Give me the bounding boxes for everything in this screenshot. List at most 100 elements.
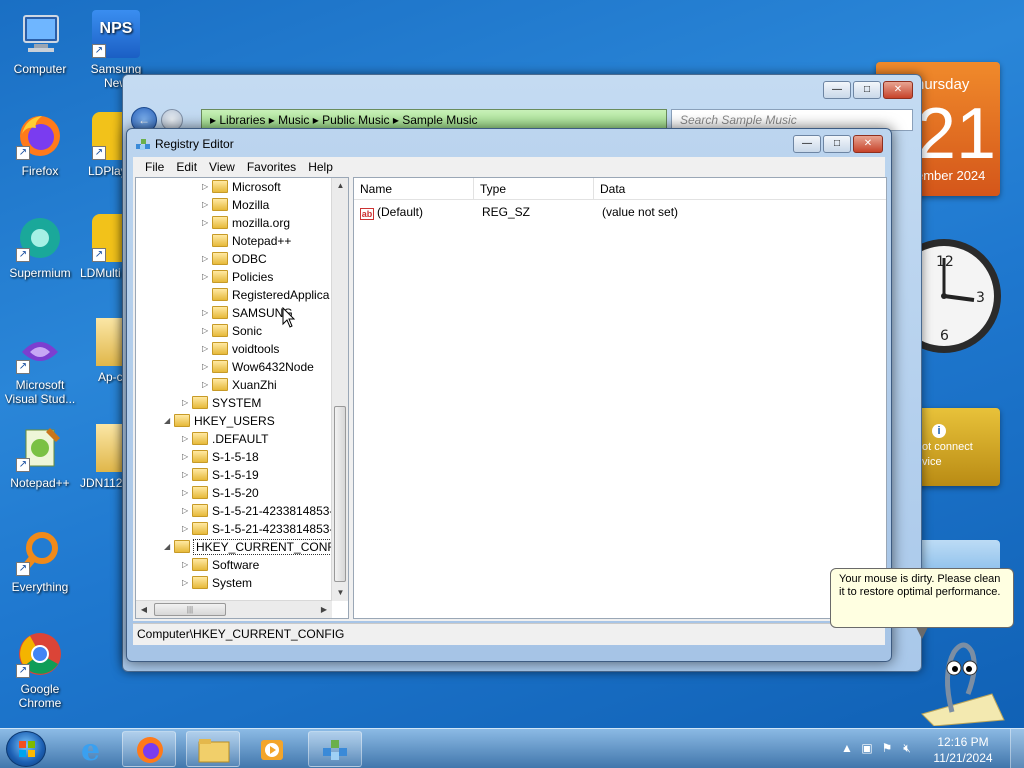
tree-node[interactable]: ▷ S-1-5-21-4233814853- [182, 520, 333, 538]
expand-arrow-icon[interactable]: ▷ [182, 556, 192, 574]
start-button[interactable] [6, 731, 46, 767]
breadcrumb-sample-music[interactable]: Sample Music [402, 113, 477, 127]
tree-node[interactable]: ▷ ODBC [202, 250, 267, 268]
column-header-name[interactable]: Name [354, 178, 474, 200]
tree-node[interactable]: ▷ Microsoft [202, 178, 281, 196]
expand-arrow-icon[interactable]: ▷ [182, 466, 192, 484]
menu-file[interactable]: File [139, 160, 170, 174]
menu-view[interactable]: View [203, 160, 241, 174]
expand-arrow-icon[interactable]: ▷ [182, 448, 192, 466]
tree-vertical-scrollbar[interactable]: ▲ ▼ [331, 178, 348, 601]
tree-node[interactable]: ▷ S-1-5-18 [182, 448, 259, 466]
tree-node[interactable]: ▷ System [182, 574, 252, 592]
list-item[interactable]: ab (Default) REG_SZ (value not set) [354, 202, 886, 222]
tree-node[interactable]: ▷ XuanZhi [202, 376, 277, 394]
expand-arrow-icon[interactable]: ▷ [182, 394, 192, 412]
expand-arrow-icon[interactable]: ▷ [202, 178, 212, 196]
breadcrumb-libraries[interactable]: Libraries [219, 113, 265, 127]
expand-arrow-icon[interactable]: ▷ [202, 358, 212, 376]
volume-muted-icon[interactable]: 🔇︎ [900, 741, 914, 755]
minimize-button[interactable]: — [793, 135, 821, 153]
taskbar-registry-editor[interactable] [308, 731, 362, 767]
expand-arrow-icon[interactable]: ▷ [182, 520, 192, 538]
registry-editor-window[interactable]: Registry Editor — □ ✕ File Edit View Fav… [126, 128, 892, 662]
expand-arrow-icon[interactable]: ▷ [202, 196, 212, 214]
tree-node[interactable]: ▷ mozilla.org [202, 214, 290, 232]
tree-node[interactable]: ▷ Wow6432Node [202, 358, 314, 376]
tree-node[interactable]: ▷ voidtools [202, 340, 279, 358]
collapse-arrow-icon[interactable]: ◢ [164, 412, 174, 430]
tree-node[interactable]: ▷ SAMSUNG [202, 304, 293, 322]
taskbar-firefox[interactable] [122, 731, 176, 767]
minimize-button[interactable]: — [823, 81, 851, 99]
clippy-assistant-icon[interactable] [912, 634, 1008, 727]
tree-node[interactable]: ▷ Policies [202, 268, 273, 286]
expand-arrow-icon[interactable]: ▷ [182, 574, 192, 592]
expand-arrow-icon[interactable]: ▷ [202, 214, 212, 232]
menu-help[interactable]: Help [302, 160, 339, 174]
tree-node[interactable]: ▷ Mozilla [202, 196, 269, 214]
show-hidden-icons-icon[interactable]: ▲ [840, 741, 854, 755]
tray-clock-time[interactable]: 12:16 PM [928, 735, 998, 749]
tree-node[interactable]: ▷ S-1-5-19 [182, 466, 259, 484]
desktop-icon-supermium[interactable]: ↗ Supermium [2, 214, 78, 280]
taskbar-internet-explorer[interactable]: e [64, 731, 118, 768]
desktop-icon-chrome[interactable]: ↗ Google Chrome [2, 630, 78, 710]
network-icon[interactable]: ▣ [860, 741, 874, 755]
registry-tree[interactable]: ▷ Microsoft ▷ Mozilla ▷ mozilla.org Notepad++ ▷… [135, 177, 349, 619]
desktop-icon-ldmulti[interactable]: ↗ LDMulti [78, 214, 124, 280]
expand-arrow-icon[interactable]: ▷ [202, 304, 212, 322]
expand-arrow-icon[interactable]: ▷ [202, 322, 212, 340]
tree-horizontal-scrollbar[interactable]: ◀ ||| ▶ [136, 600, 332, 618]
tree-node[interactable]: ◢ HKEY_USERS [164, 412, 275, 430]
tree-node[interactable]: ▷ .DEFAULT [182, 430, 268, 448]
scroll-thumb[interactable]: ||| [154, 603, 226, 616]
desktop-icon-firefox[interactable]: ↗ Firefox [2, 112, 78, 178]
desktop-icon-ldplayer[interactable]: ↗ LDPlay [78, 112, 124, 178]
tree-node[interactable]: RegisteredApplica [202, 286, 329, 304]
expand-arrow-icon[interactable]: ▷ [202, 250, 212, 268]
taskbar-explorer[interactable] [186, 731, 240, 767]
menu-favorites[interactable]: Favorites [241, 160, 302, 174]
tree-node[interactable]: ◢ HKEY_CURRENT_CONFIG [164, 538, 348, 556]
breadcrumb-public-music[interactable]: Public Music [322, 113, 389, 127]
maximize-button[interactable]: □ [853, 81, 881, 99]
close-button[interactable]: ✕ [883, 81, 913, 99]
column-header-type[interactable]: Type [474, 178, 594, 200]
close-button[interactable]: ✕ [853, 135, 883, 153]
notification-balloon[interactable]: Your mouse is dirty. Please clean it to … [830, 568, 1014, 628]
expand-arrow-icon[interactable]: ▷ [182, 430, 192, 448]
collapse-arrow-icon[interactable]: ◢ [164, 538, 174, 556]
desktop-icon-visual-studio[interactable]: ↗ Microsoft Visual Stud... [2, 326, 78, 406]
show-desktop-button[interactable] [1010, 729, 1024, 768]
tree-node[interactable]: Notepad++ [202, 232, 291, 250]
expand-arrow-icon[interactable]: ▷ [182, 502, 192, 520]
expand-arrow-icon[interactable]: ▷ [182, 484, 192, 502]
scroll-right-icon[interactable]: ▶ [316, 601, 332, 618]
action-center-flag-icon[interactable]: ⚑ [880, 741, 894, 755]
desktop-icon-folder-apc[interactable]: Ap-c [82, 318, 124, 384]
breadcrumb-music[interactable]: Music [278, 113, 309, 127]
tray-clock-date[interactable]: 11/21/2024 [928, 751, 998, 765]
tree-node[interactable]: ▷ S-1-5-21-4233814853- [182, 502, 333, 520]
desktop-icon-computer[interactable]: Computer [2, 10, 78, 76]
values-list[interactable]: Name Type Data ab (Default) REG_SZ (value… [353, 177, 887, 619]
expand-arrow-icon[interactable]: ▷ [202, 376, 212, 394]
expand-arrow-icon[interactable]: ▷ [202, 268, 212, 286]
scroll-down-icon[interactable]: ▼ [332, 585, 348, 601]
taskbar-media-player[interactable] [244, 731, 298, 767]
scroll-left-icon[interactable]: ◀ [136, 601, 152, 618]
tree-node[interactable]: ▷ Software [182, 556, 259, 574]
title-bar[interactable]: Registry Editor — □ ✕ [127, 129, 891, 157]
tree-node[interactable]: ▷ S-1-5-20 [182, 484, 259, 502]
expand-arrow-icon[interactable]: ▷ [202, 340, 212, 358]
menu-edit[interactable]: Edit [170, 160, 203, 174]
desktop-icon-notepadpp[interactable]: ↗ Notepad++ [2, 424, 78, 490]
desktop-icon-folder-jdn[interactable]: JDN112 [78, 424, 124, 490]
maximize-button[interactable]: □ [823, 135, 851, 153]
scroll-thumb[interactable] [334, 406, 346, 582]
scroll-up-icon[interactable]: ▲ [332, 178, 348, 194]
tree-node[interactable]: ▷ SYSTEM [182, 394, 261, 412]
tree-node[interactable]: ▷ Sonic [202, 322, 262, 340]
desktop-icon-everything[interactable]: ↗ Everything [2, 528, 78, 594]
